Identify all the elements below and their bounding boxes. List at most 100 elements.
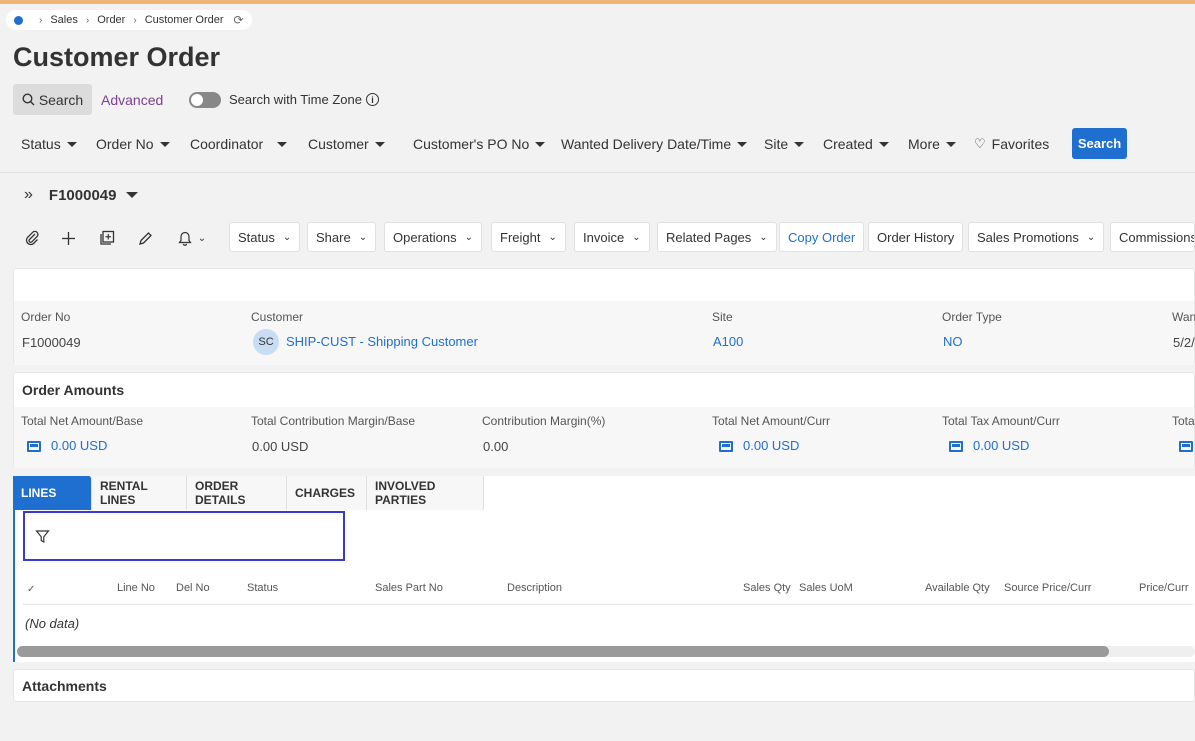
tab-order-details[interactable]: ORDER DETAILS: [187, 476, 287, 510]
tab-charges[interactable]: CHARGES: [287, 476, 367, 510]
chevron-down-icon: ⌄: [1086, 231, 1096, 243]
caret-down-icon: [374, 141, 385, 147]
filter-status[interactable]: Status: [21, 136, 77, 152]
total-cut-value[interactable]: [1179, 438, 1195, 453]
total-tax-curr-value[interactable]: 0.00 USD: [949, 438, 1029, 453]
order-amounts-panel: Order Amounts Total Net Amount/Base 0.00…: [13, 372, 1195, 468]
notification-bell-menu[interactable]: ⌄: [174, 228, 210, 248]
filter-coordinator[interactable]: Coordinator: [190, 136, 288, 152]
filter-order-no[interactable]: Order No: [96, 136, 170, 152]
total-net-base-value[interactable]: 0.00 USD: [27, 438, 107, 453]
operations-command-button[interactable]: Operations ⌄: [384, 222, 482, 252]
filter-site[interactable]: Site: [764, 136, 805, 152]
status-command-button[interactable]: Status ⌄: [229, 222, 301, 252]
caret-down-icon: [878, 141, 889, 147]
column-status[interactable]: Status: [247, 582, 278, 594]
filter-label: More: [908, 136, 940, 152]
filter-created[interactable]: Created: [823, 136, 889, 152]
filter-label: Customer's PO No: [413, 136, 530, 152]
amount-text: 0.00 USD: [973, 438, 1030, 453]
share-command-button[interactable]: Share ⌄: [307, 222, 377, 252]
tab-involved-parties[interactable]: INVOLVED PARTIES: [367, 476, 484, 510]
filter-customers-po-no[interactable]: Customer's PO No: [413, 136, 546, 152]
chevron-down-icon: ⌄: [358, 231, 368, 243]
button-label: Operations: [393, 229, 457, 245]
money-icon: [949, 441, 963, 453]
wanted-delivery-value: 5/2/: [1173, 335, 1195, 350]
expand-navigator-icon[interactable]: »: [24, 186, 33, 204]
column-available-qty[interactable]: Available Qty: [925, 582, 990, 594]
button-label: Sales Promotions: [977, 229, 1079, 245]
heart-icon: ♡: [974, 136, 986, 151]
filter-label: Customer: [308, 136, 369, 152]
caret-down-icon: [277, 141, 288, 147]
timezone-toggle[interactable]: [189, 92, 221, 108]
breadcrumb: › Sales › Order › Customer Order ⟳: [6, 10, 252, 30]
table-filter-input[interactable]: [23, 511, 345, 561]
filter-label: Wanted Delivery Date/Time: [561, 136, 732, 152]
search-icon: [22, 93, 35, 106]
column-price-curr[interactable]: Price/Curr: [1139, 582, 1189, 594]
timezone-label-text: Search with Time Zone: [229, 92, 362, 107]
order-type-link[interactable]: NO: [943, 334, 963, 349]
order-history-button[interactable]: Order History: [868, 222, 964, 252]
divider: [0, 172, 1195, 173]
column-sales-uom[interactable]: Sales UoM: [799, 582, 853, 594]
column-line-no[interactable]: Line No: [117, 582, 155, 594]
customer-label: Customer: [251, 310, 304, 324]
money-icon: [1179, 441, 1193, 453]
breadcrumb-item-sales[interactable]: Sales: [50, 14, 78, 26]
filter-more[interactable]: More: [908, 136, 956, 152]
filter-bar: Status Order No Coordinator Customer Cus…: [0, 128, 1195, 160]
add-icon[interactable]: [58, 228, 78, 248]
commissions-command-button[interactable]: Commissions: [1110, 222, 1195, 252]
site-link[interactable]: A100: [713, 334, 743, 349]
favorites-label: Favorites: [991, 136, 1050, 152]
chevron-right-icon: ›: [85, 14, 90, 26]
sales-promotions-command-button[interactable]: Sales Promotions ⌄: [968, 222, 1105, 252]
invoice-command-button[interactable]: Invoice ⌄: [574, 222, 650, 252]
total-net-curr-value[interactable]: 0.00 USD: [719, 438, 799, 453]
contribution-margin-base-label: Total Contribution Margin/Base: [251, 414, 416, 428]
breadcrumb-item-order[interactable]: Order: [97, 14, 125, 26]
column-sales-part-no[interactable]: Sales Part No: [375, 582, 443, 594]
column-source-price-curr[interactable]: Source Price/Curr: [1004, 582, 1091, 594]
filter-customer[interactable]: Customer: [308, 136, 385, 152]
filter-wanted-delivery[interactable]: Wanted Delivery Date/Time: [561, 136, 748, 152]
column-del-no[interactable]: Del No: [176, 582, 210, 594]
edit-icon[interactable]: [135, 228, 155, 248]
page-title: Customer Order: [13, 42, 221, 72]
caret-down-icon: [737, 141, 748, 147]
attachments-panel[interactable]: Attachments: [13, 669, 1195, 702]
search-button[interactable]: Search: [1072, 128, 1127, 159]
attachment-icon[interactable]: [22, 228, 42, 248]
record-selector[interactable]: » F1000049: [24, 186, 139, 204]
caret-down-icon[interactable]: [126, 192, 139, 198]
header-fields-band: [14, 301, 1194, 365]
tab-rental-lines[interactable]: RENTAL LINES: [92, 476, 187, 510]
home-icon[interactable]: [14, 15, 23, 25]
total-net-curr-label: Total Net Amount/Curr: [712, 414, 831, 428]
caret-down-icon: [535, 141, 546, 147]
tab-lines[interactable]: LINES: [13, 476, 92, 510]
freight-command-button[interactable]: Freight ⌄: [491, 222, 566, 252]
search-mode-button[interactable]: Search: [13, 84, 92, 115]
column-sales-qty[interactable]: Sales Qty: [743, 582, 791, 594]
select-all-checkmark-icon[interactable]: ✓: [27, 584, 35, 595]
chevron-down-icon: ⌄: [197, 232, 207, 244]
info-icon[interactable]: i: [365, 93, 379, 106]
favorites-button[interactable]: ♡ Favorites: [974, 136, 1049, 152]
customer-link[interactable]: SHIP-CUST - Shipping Customer: [286, 334, 478, 349]
copy-order-button[interactable]: Copy Order: [779, 222, 865, 252]
attachments-title: Attachments: [22, 678, 107, 694]
button-label: Invoice: [583, 229, 625, 245]
duplicate-icon[interactable]: [97, 228, 117, 248]
advanced-search-link[interactable]: Advanced: [101, 92, 163, 108]
amount-text: 0.00 USD: [743, 438, 800, 453]
record-id: F1000049: [48, 186, 117, 204]
column-description[interactable]: Description: [507, 582, 562, 594]
top-accent-bar: [0, 0, 1195, 4]
horizontal-scrollbar-thumb[interactable]: [17, 646, 1109, 657]
refresh-icon[interactable]: ⟳: [234, 13, 244, 27]
related-pages-command-button[interactable]: Related Pages ⌄: [657, 222, 777, 252]
